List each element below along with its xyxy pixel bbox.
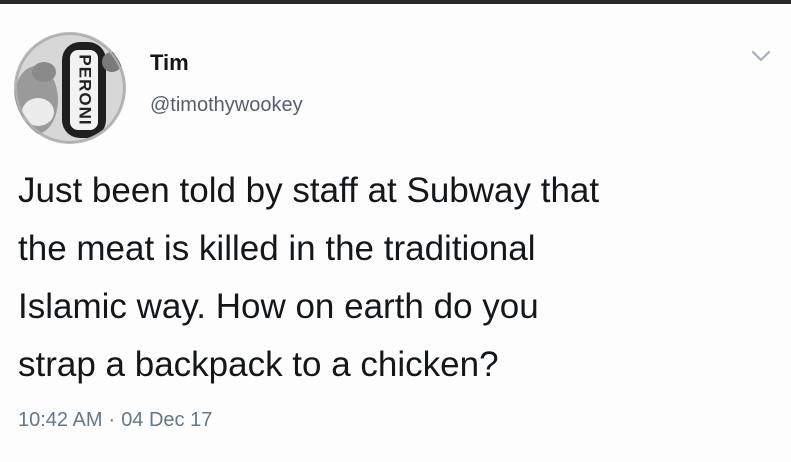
tweet-text-line: Just been told by staff at Subway that: [18, 171, 600, 210]
avatar-text: PERONI: [76, 54, 95, 125]
tweet-text-line: the meat is killed in the traditional: [18, 229, 536, 268]
tweet-text: Just been told by staff at Subway that t…: [18, 162, 788, 394]
tweet-date: 04 Dec 17: [121, 409, 213, 431]
tweet-timestamp[interactable]: 10:42 AM · 04 Dec 17: [18, 409, 212, 432]
display-name[interactable]: Tim: [150, 50, 189, 76]
chevron-down-icon[interactable]: [750, 48, 772, 64]
tweet-time: 10:42 AM: [18, 409, 103, 431]
tweet-text-line: Islamic way. How on earth do you: [18, 287, 539, 326]
user-handle[interactable]: @timothywookey: [150, 94, 303, 117]
tweet-text-line: strap a backpack to a chicken?: [18, 345, 499, 384]
tweet-card: PERONI Tim @timothywookey Just been told…: [0, 4, 791, 462]
avatar[interactable]: PERONI: [14, 32, 126, 144]
timestamp-separator: ·: [108, 409, 116, 431]
avatar-image: PERONI: [14, 32, 126, 144]
